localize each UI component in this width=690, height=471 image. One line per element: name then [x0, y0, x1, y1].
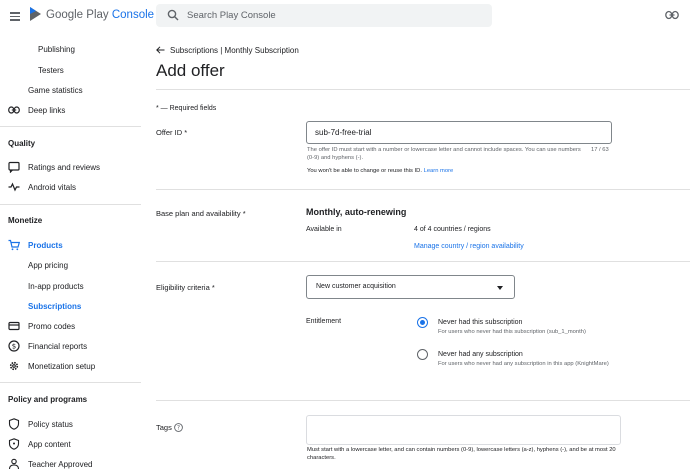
option-title: Never had this subscription	[438, 319, 523, 326]
reviews-icon	[8, 161, 20, 173]
sidebar-divider	[0, 382, 141, 383]
search-icon	[167, 9, 179, 21]
shield-icon	[8, 418, 20, 430]
gear-icon	[9, 361, 19, 371]
section-divider	[156, 261, 690, 262]
section-heading-quality: Quality	[8, 139, 36, 148]
sidebar-item-publishing[interactable]: Publishing	[0, 40, 141, 58]
teacher-icon	[8, 458, 20, 470]
option-title: Never had any subscription	[438, 351, 523, 358]
available-in-value: 4 of 4 countries / regions	[414, 226, 491, 233]
sidebar-item-testers[interactable]: Testers	[0, 61, 141, 79]
cart-icon	[8, 239, 20, 251]
offer-id-counter: 17 / 63	[591, 147, 609, 153]
available-in-label: Available in	[306, 226, 342, 233]
sidebar-item-policy-status[interactable]: Policy status	[0, 415, 141, 433]
section-heading-monetize: Monetize	[8, 216, 43, 225]
search-placeholder: Search Play Console	[187, 10, 276, 21]
offer-id-label: Offer ID *	[156, 128, 188, 137]
sidebar-item-ratings[interactable]: Ratings and reviews	[0, 158, 141, 176]
learn-more-link[interactable]: Learn more	[424, 168, 454, 174]
menu-icon[interactable]	[10, 12, 20, 21]
offer-id-value: sub-7d-free-trial	[315, 128, 372, 137]
sidebar-item-monetization-setup[interactable]: Monetization setup	[0, 357, 141, 375]
sidebar-item-android-vitals[interactable]: Android vitals	[0, 178, 141, 196]
brand-name[interactable]: Google Play Console	[46, 9, 154, 21]
sidebar-divider	[0, 126, 141, 127]
sidebar: Publishing Testers Game statistics Deep …	[0, 32, 141, 471]
sidebar-item-app-content[interactable]: App content	[0, 435, 141, 453]
section-divider	[156, 189, 690, 190]
eligibility-label: Eligibility criteria *	[156, 283, 215, 292]
svg-text:$: $	[12, 343, 16, 351]
tags-label: Tags	[156, 423, 172, 432]
offer-id-helper: The offer ID must start with a number or…	[307, 147, 581, 161]
option-desc: For users who never had any subscription…	[438, 361, 609, 367]
manage-availability-link[interactable]: Manage country / region availability	[414, 243, 524, 250]
tags-input[interactable]	[306, 415, 621, 445]
sidebar-item-deep-links[interactable]: Deep links	[0, 101, 141, 119]
play-console-logo	[30, 7, 41, 21]
sidebar-item-promo-codes[interactable]: Promo codes	[0, 317, 141, 335]
sidebar-item-financial-reports[interactable]: $ Financial reports	[0, 337, 141, 355]
tags-helper: Must start with a lowercase letter, and …	[307, 447, 616, 461]
promo-icon	[8, 321, 20, 331]
base-plan-title: Monthly, auto-renewing	[306, 207, 407, 217]
radio-never-had-this[interactable]	[417, 317, 428, 328]
svg-text:?: ?	[177, 425, 180, 432]
search-bar[interactable]: Search Play Console	[156, 4, 492, 27]
sidebar-item-products[interactable]: Products	[0, 236, 141, 254]
offer-id-note: You won't be able to change or reuse thi…	[307, 168, 454, 174]
dollar-icon: $	[8, 340, 20, 352]
sidebar-item-subscriptions[interactable]: Subscriptions	[0, 297, 141, 315]
header-divider	[156, 89, 690, 90]
required-fields-note: * — Required fields	[156, 105, 217, 112]
link-icon[interactable]	[665, 10, 679, 20]
option-desc: For users who never had this subscriptio…	[438, 329, 586, 335]
sidebar-item-teacher-approved[interactable]: Teacher Approved	[0, 455, 141, 471]
caret-down-icon	[497, 286, 503, 290]
shield-icon	[8, 438, 20, 450]
top-bar: Google Play Console Search Play Console	[0, 0, 690, 32]
help-icon[interactable]: ?	[174, 423, 183, 432]
eligibility-selected: New customer acquisition	[316, 283, 396, 290]
back-arrow-icon[interactable]	[156, 46, 165, 54]
main-content: Subscriptions | Monthly Subscription Add…	[141, 32, 690, 471]
offer-id-input[interactable]: sub-7d-free-trial	[306, 121, 612, 144]
eligibility-select[interactable]: New customer acquisition	[306, 275, 515, 299]
sidebar-divider	[0, 204, 141, 205]
section-divider	[156, 400, 690, 401]
sidebar-item-game-statistics[interactable]: Game statistics	[0, 81, 141, 99]
link-icon	[8, 106, 20, 114]
sidebar-item-app-pricing[interactable]: App pricing	[0, 256, 141, 274]
page-title: Add offer	[156, 61, 225, 80]
radio-never-had-any[interactable]	[417, 349, 428, 360]
section-heading-policy: Policy and programs	[8, 395, 88, 404]
base-plan-label: Base plan and availability *	[156, 209, 246, 218]
vitals-icon	[8, 182, 20, 192]
sidebar-item-in-app-products[interactable]: In-app products	[0, 277, 141, 295]
entitlement-label: Entitlement	[306, 318, 342, 325]
